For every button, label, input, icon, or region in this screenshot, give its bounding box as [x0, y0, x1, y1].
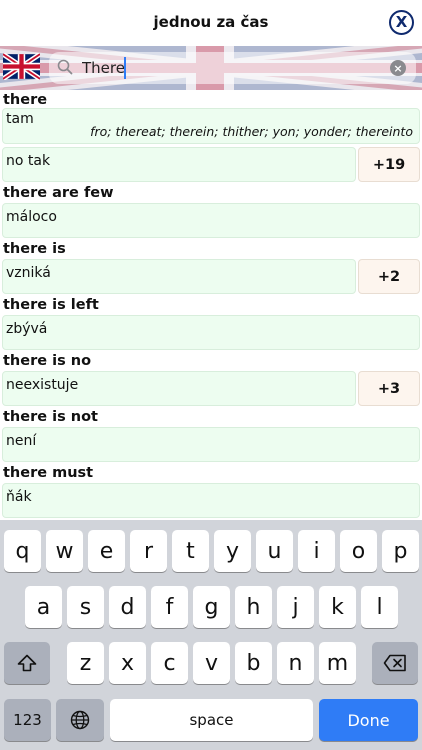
numbers-key[interactable]: 123: [4, 699, 51, 741]
globe-key[interactable]: [56, 699, 104, 741]
search-icon: [57, 59, 73, 75]
entry-headword: there is no: [3, 353, 92, 369]
more-translations-button[interactable]: +19: [358, 147, 420, 182]
key[interactable]: t: [172, 530, 209, 572]
key[interactable]: b: [235, 642, 272, 684]
close-button[interactable]: X: [389, 10, 414, 35]
clear-icon: ×: [393, 61, 403, 75]
backspace-icon: [383, 654, 406, 672]
translation-text: neexistuje: [6, 377, 79, 393]
translation-text: ňák: [6, 489, 32, 505]
search-input[interactable]: [82, 58, 382, 78]
text-caret: [124, 57, 126, 79]
key[interactable]: m: [319, 642, 356, 684]
key[interactable]: c: [151, 642, 188, 684]
entry-headword: there is left: [3, 297, 99, 313]
backspace-key[interactable]: [372, 642, 418, 684]
key[interactable]: x: [109, 642, 146, 684]
key[interactable]: u: [256, 530, 293, 572]
translation-text: není: [6, 433, 37, 449]
synonyms-text: fro; thereat; therein; thither; yon; yon…: [90, 124, 413, 139]
entry-headword: there is not: [3, 409, 98, 425]
done-key[interactable]: Done: [319, 699, 418, 741]
shift-icon: [17, 654, 37, 672]
translation-row[interactable]: máloco: [2, 203, 420, 238]
translation-text: tam: [6, 111, 34, 127]
page-title: jednou za čas: [153, 13, 269, 31]
translation-row[interactable]: ňák: [2, 483, 420, 518]
shift-key[interactable]: [4, 642, 50, 684]
key[interactable]: p: [382, 530, 419, 572]
key[interactable]: f: [151, 586, 188, 628]
key[interactable]: l: [361, 586, 398, 628]
translation-row[interactable]: není: [2, 427, 420, 462]
entry-headword: there must: [3, 465, 94, 481]
translation-row[interactable]: zbývá: [2, 315, 420, 350]
search-field[interactable]: ×: [49, 52, 416, 84]
key[interactable]: e: [88, 530, 125, 572]
search-bar: ×: [0, 46, 422, 90]
key[interactable]: n: [277, 642, 314, 684]
uk-flag-icon: [1, 52, 42, 81]
key[interactable]: i: [298, 530, 335, 572]
more-translations-button[interactable]: +2: [358, 259, 420, 294]
translation-row[interactable]: neexistuje: [2, 371, 356, 406]
key[interactable]: y: [214, 530, 251, 572]
key[interactable]: h: [235, 586, 272, 628]
entry-headword: there is: [3, 241, 66, 257]
key[interactable]: d: [109, 586, 146, 628]
clear-search-button[interactable]: ×: [390, 60, 406, 76]
entry-headword: there are few: [3, 185, 114, 201]
key[interactable]: o: [340, 530, 377, 572]
key[interactable]: w: [46, 530, 83, 572]
translation-row[interactable]: tam fro; thereat; therein; thither; yon;…: [2, 108, 420, 144]
translation-text: máloco: [6, 209, 57, 225]
translation-row[interactable]: vzniká: [2, 259, 356, 294]
key[interactable]: r: [130, 530, 167, 572]
entry-headword: there: [3, 92, 48, 108]
onscreen-keyboard: q w e r t y u i o p a s d f g h j k l z …: [0, 520, 422, 750]
key[interactable]: q: [4, 530, 41, 572]
translation-text: zbývá: [6, 321, 48, 337]
key[interactable]: a: [25, 586, 62, 628]
globe-icon: [70, 710, 90, 730]
key[interactable]: j: [277, 586, 314, 628]
more-translations-button[interactable]: +3: [358, 371, 420, 406]
language-flag-button[interactable]: [1, 52, 42, 81]
key[interactable]: g: [193, 586, 230, 628]
translation-text: vzniká: [6, 265, 51, 281]
close-icon: X: [395, 12, 408, 31]
key[interactable]: s: [67, 586, 104, 628]
translation-text: no tak: [6, 153, 51, 169]
key[interactable]: v: [193, 642, 230, 684]
space-key[interactable]: space: [110, 699, 313, 741]
header: jednou za čas X: [0, 0, 422, 46]
results-list: there tam fro; thereat; therein; thither…: [0, 90, 422, 520]
translation-row[interactable]: no tak: [2, 147, 356, 182]
key[interactable]: z: [67, 642, 104, 684]
key[interactable]: k: [319, 586, 356, 628]
